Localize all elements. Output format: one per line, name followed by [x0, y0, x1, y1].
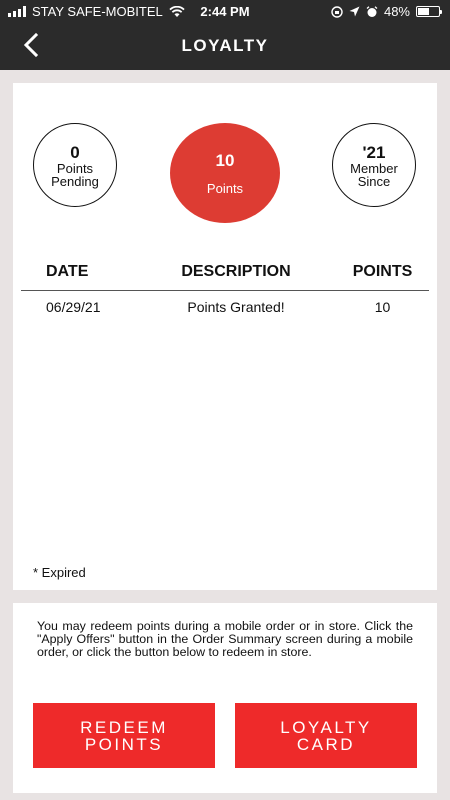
- header-points: POINTS: [352, 262, 413, 280]
- redeem-points-button[interactable]: REDEEM POINTS: [33, 703, 215, 768]
- redeem-points-label: REDEEM POINTS: [80, 717, 168, 754]
- row-points: 10: [374, 299, 391, 315]
- status-bar: STAY SAFE-MOBITEL 2:44 PM 48%: [0, 0, 450, 22]
- loyalty-card-button[interactable]: LOYALTY CARD: [235, 703, 417, 768]
- expired-note: * Expired: [33, 565, 86, 580]
- member-since-value: '21: [362, 142, 386, 162]
- table-header: DATE DESCRIPTION POINTS: [21, 253, 429, 291]
- member-since-label-2: Since: [357, 173, 391, 189]
- battery-icon: [416, 6, 442, 17]
- points-pending-value: 0: [70, 142, 80, 162]
- points-pending-badge: 0 Points Pending: [33, 123, 117, 207]
- points-pending-label-2: Pending: [51, 173, 99, 189]
- header-description: DESCRIPTION: [181, 262, 291, 280]
- redeem-instructions: You may redeem points during a mobile or…: [37, 619, 413, 659]
- alarm-icon: [366, 5, 378, 17]
- header-date: DATE: [46, 262, 89, 280]
- app-header: STAY SAFE-MOBITEL 2:44 PM 48% LOYALTY: [0, 0, 450, 70]
- row-date: 06/29/21: [46, 299, 101, 315]
- status-right: 48%: [331, 4, 442, 19]
- location-icon: [349, 6, 360, 17]
- loyalty-card-panel: 0 Points Pending 10 Points '21 Member Si…: [13, 83, 437, 590]
- redeem-info-panel: You may redeem points during a mobile or…: [13, 603, 437, 793]
- member-since-label-1: Member: [350, 160, 398, 176]
- row-description: Points Granted!: [187, 299, 285, 315]
- points-pending-label-1: Points: [56, 160, 94, 176]
- points-total-badge: 10 Points: [170, 123, 280, 223]
- battery-percent: 48%: [383, 4, 410, 19]
- back-button[interactable]: [18, 32, 44, 58]
- points-total-value: 10: [215, 150, 235, 170]
- points-history-table: DATE DESCRIPTION POINTS 06/29/21 Points …: [21, 253, 429, 323]
- table-row: 06/29/21 Points Granted! 10: [21, 291, 429, 323]
- screen-lock-icon: [331, 5, 343, 18]
- loyalty-card-label: LOYALTY CARD: [280, 717, 372, 754]
- points-total-label: Points: [206, 180, 244, 196]
- nav-bar: LOYALTY: [0, 22, 450, 70]
- page-title: LOYALTY: [181, 36, 269, 55]
- member-since-badge: '21 Member Since: [332, 123, 416, 207]
